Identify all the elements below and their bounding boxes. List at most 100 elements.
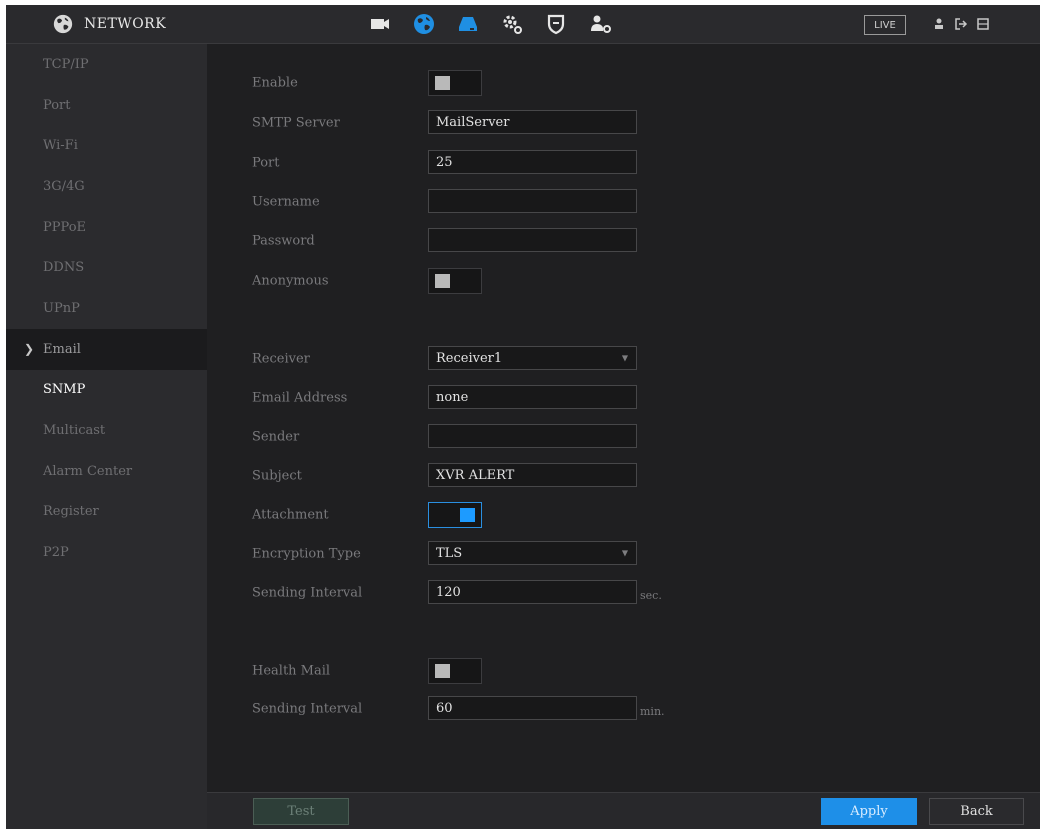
smtp-server-row: SMTP Server MailServer bbox=[207, 108, 1040, 138]
app-window: NETWORK LIVE TCP/IP Port Wi-Fi 3G/4G PPP… bbox=[6, 5, 1040, 829]
email-address-label: Email Address bbox=[252, 390, 348, 406]
sidebar-item-label: TCP/IP bbox=[43, 56, 89, 72]
health-interval-row: Sending Interval 60 min. bbox=[207, 694, 1040, 724]
enable-row: Enable bbox=[207, 68, 1040, 98]
sidebar-item-multicast[interactable]: Multicast bbox=[6, 410, 207, 451]
test-button[interactable]: Test bbox=[253, 798, 349, 825]
encryption-type-row: Encryption Type TLS ▼ bbox=[207, 539, 1040, 569]
health-interval-unit: min. bbox=[640, 705, 665, 719]
logout-button[interactable] bbox=[950, 5, 972, 43]
sidebar-item-label: P2P bbox=[43, 545, 69, 561]
sidebar-item-p2p[interactable]: P2P bbox=[6, 532, 207, 573]
enable-label: Enable bbox=[252, 75, 298, 91]
sending-interval-input[interactable]: 120 bbox=[428, 580, 637, 604]
nav-account[interactable] bbox=[578, 5, 622, 43]
sidebar-item-ddns[interactable]: DDNS bbox=[6, 247, 207, 288]
sidebar-item-register[interactable]: Register bbox=[6, 492, 207, 533]
nav-network[interactable] bbox=[402, 5, 446, 43]
logout-icon bbox=[955, 18, 968, 30]
sidebar-item-alarm-center[interactable]: Alarm Center bbox=[6, 451, 207, 492]
toggle-knob bbox=[460, 508, 475, 522]
receiver-label: Receiver bbox=[252, 351, 310, 367]
nav-camera[interactable] bbox=[358, 5, 402, 43]
password-input[interactable] bbox=[428, 228, 637, 252]
health-interval-input[interactable]: 60 bbox=[428, 696, 637, 720]
smtp-server-input[interactable]: MailServer bbox=[428, 110, 637, 134]
sidebar-item-label: PPPoE bbox=[43, 219, 87, 235]
sidebar-item-label: Port bbox=[43, 97, 71, 113]
email-address-row: Email Address none bbox=[207, 383, 1040, 413]
top-bar: NETWORK LIVE bbox=[6, 5, 1040, 44]
anonymous-row: Anonymous bbox=[207, 266, 1040, 296]
storage-icon bbox=[459, 17, 477, 31]
brand: NETWORK bbox=[52, 5, 166, 43]
anonymous-toggle[interactable] bbox=[428, 268, 482, 294]
receiver-select[interactable]: Receiver1 ▼ bbox=[428, 346, 637, 370]
sidebar-item-tcpip[interactable]: TCP/IP bbox=[6, 44, 207, 85]
sidebar-item-label: Email bbox=[43, 341, 81, 357]
dropdown-arrow-icon: ▼ bbox=[621, 548, 628, 558]
encryption-type-value: TLS bbox=[436, 545, 463, 561]
live-view-button[interactable]: LIVE bbox=[864, 15, 906, 35]
smtp-server-label: SMTP Server bbox=[252, 115, 340, 131]
layout-icon bbox=[977, 18, 989, 30]
port-row: Port 25 bbox=[207, 148, 1040, 178]
enable-toggle[interactable] bbox=[428, 70, 482, 96]
security-shield-icon bbox=[547, 14, 565, 35]
subject-input[interactable]: XVR ALERT bbox=[428, 463, 637, 487]
layout-button[interactable] bbox=[972, 5, 994, 43]
sending-interval-label: Sending Interval bbox=[252, 585, 363, 601]
email-settings-form: Enable SMTP Server MailServer Port 25 Us… bbox=[207, 44, 1040, 792]
sender-row: Sender bbox=[207, 422, 1040, 452]
sidebar-item-port[interactable]: Port bbox=[6, 85, 207, 126]
system-settings-icon bbox=[503, 15, 522, 34]
sidebar-item-email[interactable]: ❯ Email bbox=[6, 328, 207, 370]
sidebar-item-label: SNMP bbox=[43, 382, 86, 398]
subject-label: Subject bbox=[252, 468, 302, 484]
sidebar: TCP/IP Port Wi-Fi 3G/4G PPPoE DDNS UPnP … bbox=[6, 44, 207, 829]
sender-input[interactable] bbox=[428, 424, 637, 448]
apply-button[interactable]: Apply bbox=[821, 798, 917, 825]
bottom-bar: Test Apply Back bbox=[207, 792, 1040, 829]
health-mail-label: Health Mail bbox=[252, 663, 331, 679]
nav-system[interactable] bbox=[490, 5, 534, 43]
top-right-controls bbox=[928, 5, 994, 43]
email-address-input[interactable]: none bbox=[428, 385, 637, 409]
user-button[interactable] bbox=[928, 5, 950, 43]
account-settings-icon bbox=[591, 15, 611, 33]
main-nav bbox=[358, 5, 622, 43]
sending-interval-row: Sending Interval 120 sec. bbox=[207, 578, 1040, 608]
username-input[interactable] bbox=[428, 189, 637, 213]
chevron-right-icon: ❯ bbox=[24, 342, 35, 357]
password-label: Password bbox=[252, 233, 315, 249]
toggle-knob bbox=[435, 274, 450, 288]
sidebar-item-label: 3G/4G bbox=[43, 178, 85, 194]
sidebar-item-label: Wi-Fi bbox=[43, 138, 78, 154]
sidebar-item-upnp[interactable]: UPnP bbox=[6, 288, 207, 329]
back-button[interactable]: Back bbox=[929, 798, 1024, 825]
network-globe-icon bbox=[53, 14, 73, 34]
sender-label: Sender bbox=[252, 429, 300, 445]
network-globe-icon bbox=[414, 14, 434, 34]
sidebar-item-snmp[interactable]: SNMP bbox=[6, 370, 207, 411]
anonymous-label: Anonymous bbox=[252, 273, 329, 289]
sidebar-item-pppoe[interactable]: PPPoE bbox=[6, 207, 207, 248]
page-title: NETWORK bbox=[84, 16, 167, 32]
camera-icon bbox=[371, 19, 389, 29]
nav-storage[interactable] bbox=[446, 5, 490, 43]
sidebar-item-3g4g[interactable]: 3G/4G bbox=[6, 166, 207, 207]
subject-row: Subject XVR ALERT bbox=[207, 461, 1040, 491]
username-row: Username bbox=[207, 187, 1040, 217]
health-mail-toggle[interactable] bbox=[428, 658, 482, 684]
toggle-knob bbox=[435, 664, 450, 678]
encryption-type-label: Encryption Type bbox=[252, 546, 361, 562]
attachment-toggle[interactable] bbox=[428, 502, 482, 528]
attachment-row: Attachment bbox=[207, 500, 1040, 530]
sidebar-item-label: Multicast bbox=[43, 423, 106, 439]
nav-security[interactable] bbox=[534, 5, 578, 43]
port-input[interactable]: 25 bbox=[428, 150, 637, 174]
sending-interval-unit: sec. bbox=[640, 589, 662, 603]
encryption-type-select[interactable]: TLS ▼ bbox=[428, 541, 637, 565]
attachment-label: Attachment bbox=[252, 507, 329, 523]
sidebar-item-wifi[interactable]: Wi-Fi bbox=[6, 125, 207, 166]
